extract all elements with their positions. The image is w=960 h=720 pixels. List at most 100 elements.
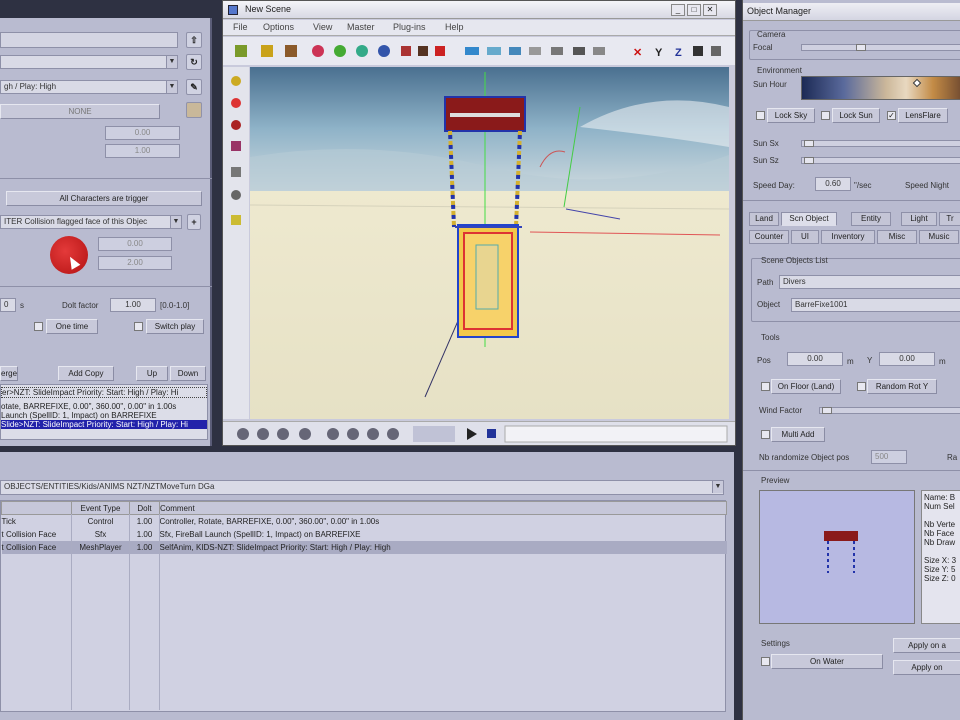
on-floor-checkbox[interactable] xyxy=(761,382,770,391)
path-field[interactable]: Divers xyxy=(779,275,960,289)
slider-knob[interactable] xyxy=(804,140,814,147)
dropdown-field-1[interactable]: ▼ xyxy=(0,55,178,69)
slider-knob[interactable] xyxy=(804,157,814,164)
menu-plugins[interactable]: Plug-ins xyxy=(393,20,426,34)
wind-factor-slider[interactable] xyxy=(819,407,960,414)
close-icon[interactable]: ✕ xyxy=(703,4,717,16)
table-row[interactable]: Tick Control 1.00 Controller, Rotate, BA… xyxy=(2,515,727,528)
sun-sx-slider[interactable] xyxy=(801,140,960,147)
sun-sz-slider[interactable] xyxy=(801,157,960,164)
tab-land[interactable]: Land xyxy=(749,212,779,226)
dolt-factor-field[interactable]: 1.00 xyxy=(110,298,156,312)
col-header-type[interactable]: Event Type xyxy=(71,501,130,515)
object-field[interactable]: BarreFixe1001 xyxy=(791,298,960,312)
edit-icon[interactable]: ✎ xyxy=(186,79,202,95)
number-field[interactable]: 0 xyxy=(0,298,16,312)
lock-sun-button[interactable]: Lock Sun xyxy=(832,108,880,123)
side-tool-icons[interactable] xyxy=(223,67,249,419)
table-row[interactable]: t Collision Face Sfx 1.00 Sfx, FireBall … xyxy=(2,528,727,541)
pos-y-field[interactable]: 0.00 xyxy=(879,352,935,366)
tab-tr[interactable]: Tr xyxy=(939,212,960,226)
event-list[interactable]: er>NZT: SlideImpact Priority: Start: Hig… xyxy=(0,384,208,440)
menu-help[interactable]: Help xyxy=(445,20,464,34)
settings-icon xyxy=(711,46,721,56)
viewport-3d[interactable] xyxy=(250,67,729,419)
table-row-selected[interactable]: t Collision Face MeshPlayer 1.00 SelfAni… xyxy=(1,540,727,554)
switch-play-checkbox[interactable] xyxy=(134,322,143,331)
record-button[interactable] xyxy=(50,236,88,274)
random-rot-checkbox[interactable] xyxy=(857,382,866,391)
lock-sun-checkbox[interactable] xyxy=(821,111,830,120)
environment-label: Environment xyxy=(757,66,802,75)
tab-misc[interactable]: Misc xyxy=(877,230,917,244)
multi-add-button[interactable]: Multi Add xyxy=(771,427,825,442)
on-water-button[interactable]: On Water xyxy=(771,654,883,669)
merge-button[interactable]: erge xyxy=(0,366,18,381)
switch-play-button[interactable]: Switch play xyxy=(146,319,204,334)
playback-controls[interactable] xyxy=(223,422,735,446)
collision-dropdown[interactable]: ITER Collision flagged face of this Obje… xyxy=(0,215,182,229)
value-field-3[interactable]: 0.00 xyxy=(98,237,172,251)
value-field-2[interactable]: 1.00 xyxy=(105,144,180,158)
lensflare-checkbox[interactable]: ✓ xyxy=(887,111,896,120)
menu-view[interactable]: View xyxy=(313,20,332,34)
tab-inventory[interactable]: Inventory xyxy=(821,230,875,244)
on-floor-button[interactable]: On Floor (Land) xyxy=(771,379,841,394)
all-characters-trigger-button[interactable]: All Characters are trigger xyxy=(6,191,202,206)
list-item[interactable]: er>NZT: SlideImpact Priority: Start: Hig… xyxy=(1,387,207,398)
one-time-button[interactable]: One time xyxy=(46,319,98,334)
pin-icon[interactable]: ⇧ xyxy=(186,32,202,48)
col-header-comment[interactable]: Comment xyxy=(159,501,727,515)
minimize-icon[interactable]: _ xyxy=(671,4,685,16)
list-item-selected[interactable]: Slide>NZT: SlideImpact Priority: Start: … xyxy=(1,420,207,429)
refresh-icon[interactable]: ↻ xyxy=(186,54,202,70)
none-button[interactable]: NONE xyxy=(0,104,160,119)
lock-sky-checkbox[interactable] xyxy=(756,111,765,120)
add-icon[interactable]: + xyxy=(187,214,201,230)
slider-knob[interactable] xyxy=(822,407,832,414)
col-header-event[interactable] xyxy=(1,501,72,515)
down-button[interactable]: Down xyxy=(170,366,206,381)
lock-sky-button[interactable]: Lock Sky xyxy=(767,108,815,123)
on-water-checkbox[interactable] xyxy=(761,657,770,666)
menu-file[interactable]: File xyxy=(233,20,248,34)
lensflare-button[interactable]: LensFlare xyxy=(898,108,948,123)
toolbar-icons[interactable]: ✕ Y Z xyxy=(223,37,735,65)
value-field-4[interactable]: 2.00 xyxy=(98,256,172,270)
tab-counter[interactable]: Counter xyxy=(749,230,789,244)
menu-options[interactable]: Options xyxy=(263,20,294,34)
up-button[interactable]: Up xyxy=(136,366,168,381)
focal-slider[interactable] xyxy=(801,44,960,51)
one-time-checkbox[interactable] xyxy=(34,322,43,331)
priority-dropdown[interactable]: gh / Play: High ▼ xyxy=(0,80,178,94)
preview-viewport[interactable] xyxy=(759,490,915,624)
settings-label: Settings xyxy=(761,639,790,648)
col-header-dolt[interactable]: Dolt xyxy=(129,501,160,515)
menu-master[interactable]: Master xyxy=(347,20,375,34)
value-field-1[interactable]: 0.00 xyxy=(105,126,180,140)
event-table[interactable]: Event Type Dolt Comment Tick Control 1.0… xyxy=(0,500,727,712)
pos-x-field[interactable]: 0.00 xyxy=(787,352,843,366)
speed-day-label: Speed Day: xyxy=(753,181,795,190)
tab-music[interactable]: Music xyxy=(919,230,959,244)
list-item[interactable]: Launch (SpellID: 1, Impact) on BARREFIXE xyxy=(1,411,207,420)
list-item[interactable]: otate, BARREFIXE, 0.00", 360.00", 0.00" … xyxy=(1,402,207,411)
color-swatch[interactable] xyxy=(186,102,202,118)
add-copy-button[interactable]: Add Copy xyxy=(58,366,114,381)
tab-entity[interactable]: Entity xyxy=(851,212,891,226)
nb-randomize-field[interactable]: 500 xyxy=(871,450,907,464)
tab-light[interactable]: Light xyxy=(901,212,937,226)
tab-ui[interactable]: UI xyxy=(791,230,819,244)
random-rot-button[interactable]: Random Rot Y xyxy=(867,379,937,394)
apply-on-button-1[interactable]: Apply on a xyxy=(893,638,960,653)
apply-on-button-2[interactable]: Apply on xyxy=(893,660,960,675)
scene-titlebar: New Scene xyxy=(223,1,735,19)
maximize-icon[interactable]: □ xyxy=(687,4,701,16)
slider-knob[interactable] xyxy=(856,44,866,51)
anim-path-field[interactable]: OBJECTS/ENTITIES/Kids/ANIMS NZT/NZTMoveT… xyxy=(0,480,724,495)
speed-day-field[interactable]: 0.60 xyxy=(815,177,851,191)
sun-hour-gradient[interactable] xyxy=(801,76,960,100)
tab-scn-object[interactable]: Scn Object xyxy=(781,212,837,226)
sun-sx-label: Sun Sx xyxy=(753,139,779,148)
multi-add-checkbox[interactable] xyxy=(761,430,770,439)
